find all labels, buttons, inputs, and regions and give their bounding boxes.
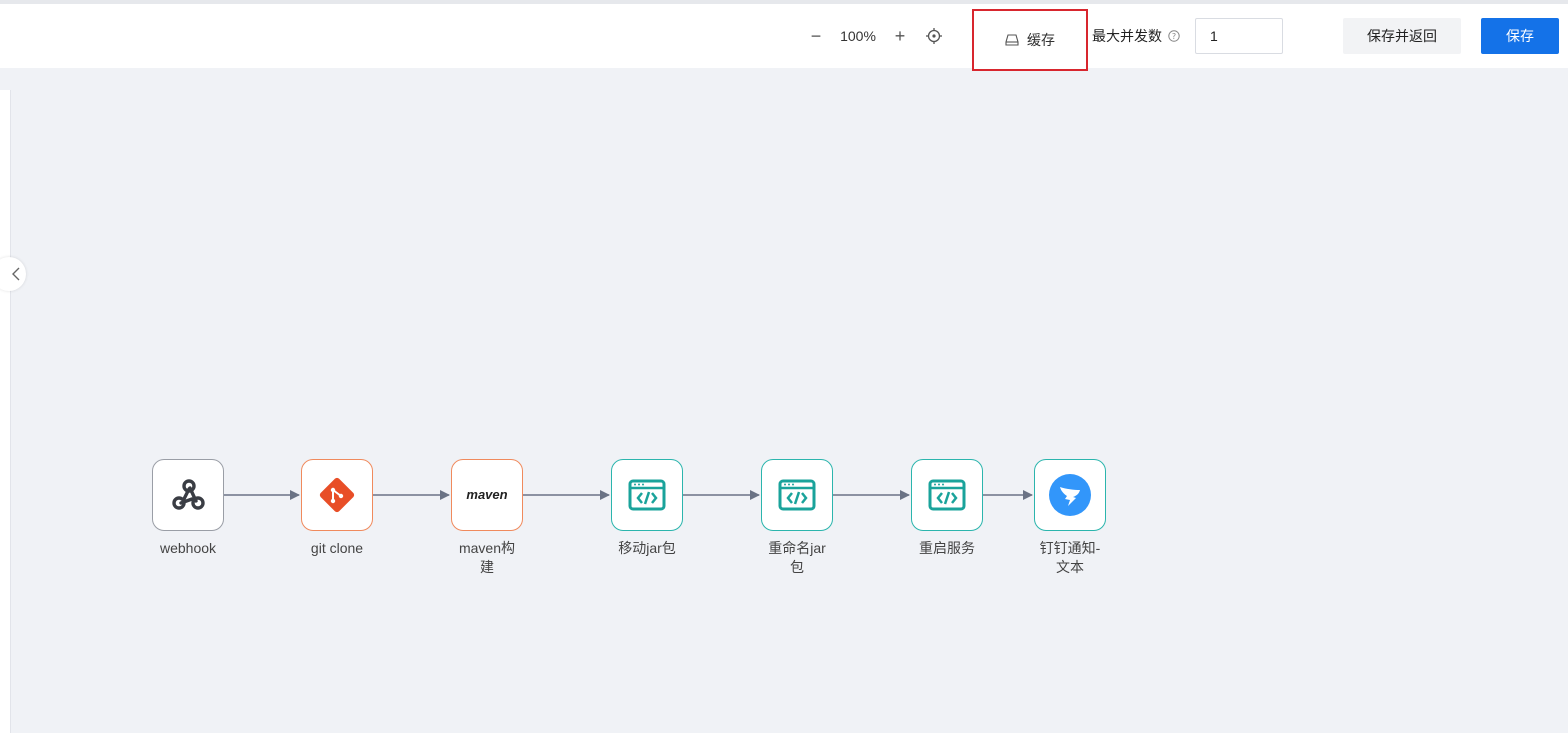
pipeline-node-webhook[interactable] — [152, 459, 224, 531]
node-label-maven: maven构 建 — [458, 540, 516, 575]
maven-logo-text: maven — [466, 487, 507, 502]
pipeline-node-maven[interactable]: maven — [451, 459, 523, 531]
node-label-git-clone: git clone — [310, 540, 364, 556]
pipeline-node-move-jar[interactable] — [611, 459, 683, 531]
code-window-icon — [628, 479, 666, 511]
node-label-rename-jar: 重命名jar 包 — [768, 540, 826, 575]
dingtalk-icon — [1049, 474, 1091, 516]
zoom-in-button[interactable]: + — [890, 26, 910, 46]
node-label-move-jar: 移动jar包 — [618, 540, 676, 556]
maven-logo-icon: maven — [466, 487, 507, 502]
zoom-level: 100% — [840, 28, 876, 44]
code-window-icon — [928, 479, 966, 511]
node-label-dingtalk: 钉钉通知- 文本 — [1039, 540, 1101, 575]
git-icon — [319, 477, 355, 513]
drive-icon — [1005, 34, 1019, 46]
code-window-icon — [778, 479, 816, 511]
left-panel — [0, 90, 26, 733]
pipeline-node-restart-service[interactable] — [911, 459, 983, 531]
pipeline-node-git-clone[interactable] — [301, 459, 373, 531]
cache-label: 缓存 — [1027, 32, 1055, 48]
webhook-icon — [172, 479, 205, 510]
pipeline-edges — [224, 490, 1033, 500]
pipeline-node-rename-jar[interactable] — [761, 459, 833, 531]
locate-center-button[interactable] — [924, 26, 944, 46]
pipeline-node-dingtalk[interactable] — [1034, 459, 1106, 531]
toolbar: − 100% + 缓存 最大并发数 ? 保存并返回 保存 — [0, 4, 1568, 71]
help-icon[interactable]: ? — [1168, 30, 1180, 42]
crosshair-icon — [926, 28, 942, 44]
max-concurrency-text: 最大并发数 — [1092, 28, 1162, 44]
svg-text:?: ? — [1172, 32, 1176, 41]
node-label-webhook: webhook — [159, 540, 217, 556]
collapse-panel-button[interactable] — [0, 257, 26, 291]
node-label-restart-service: 重启服务 — [919, 540, 975, 556]
save-and-return-button[interactable]: 保存并返回 — [1343, 18, 1461, 54]
max-concurrency-input[interactable] — [1195, 18, 1283, 54]
cache-button[interactable]: 缓存 — [972, 9, 1088, 71]
save-button[interactable]: 保存 — [1481, 18, 1559, 54]
chevron-left-icon — [12, 267, 20, 281]
zoom-out-button[interactable]: − — [806, 26, 826, 46]
max-concurrency-label: 最大并发数 ? — [1092, 26, 1180, 46]
